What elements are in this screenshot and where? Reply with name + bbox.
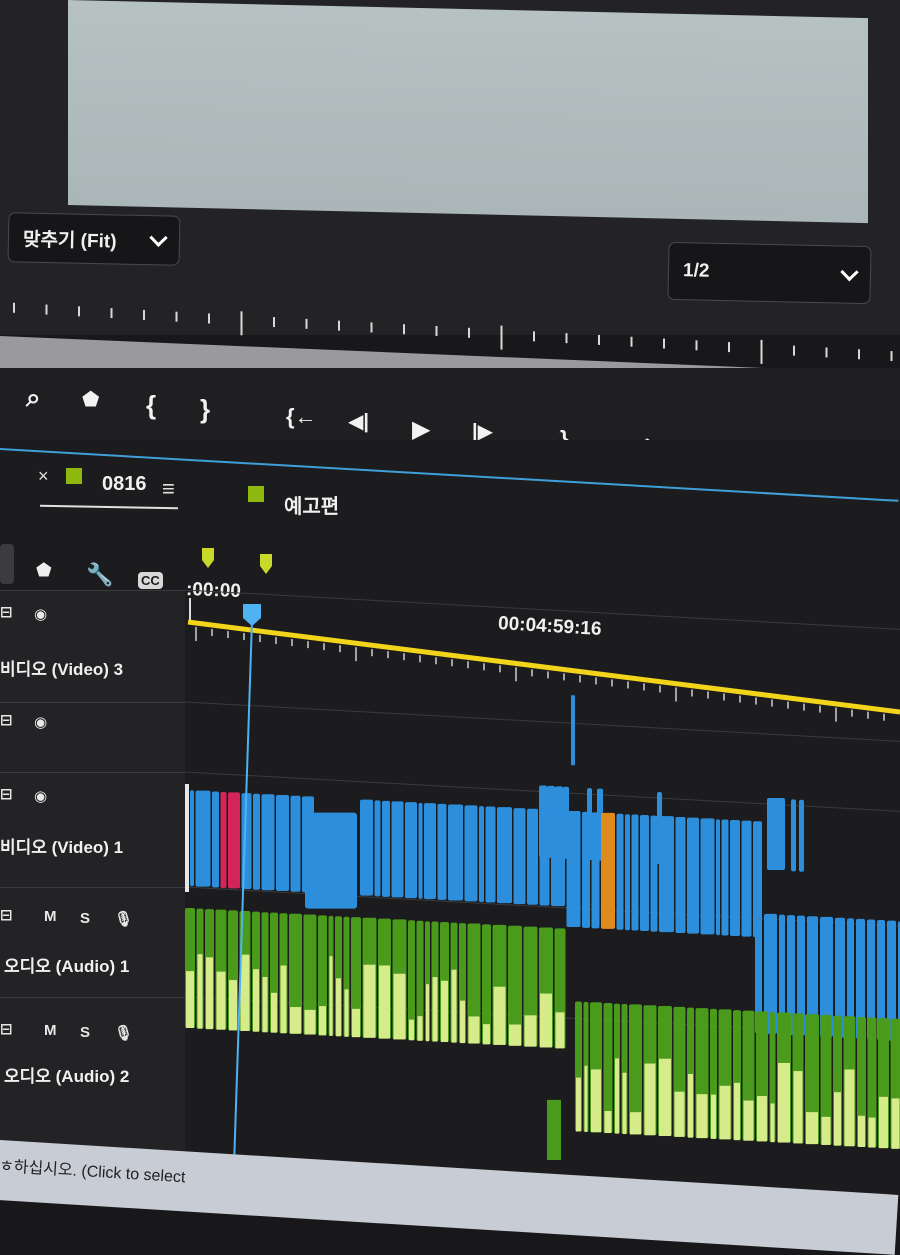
export-frame-zoom-icon[interactable]: ⌕ bbox=[26, 384, 41, 410]
video-preview bbox=[68, 0, 868, 223]
mark-in-icon[interactable]: { bbox=[146, 392, 156, 418]
play-icon[interactable]: ▶ bbox=[412, 418, 430, 442]
chevron-down-icon bbox=[840, 262, 858, 280]
sequence-marker-icon bbox=[202, 548, 214, 568]
close-tab-icon[interactable]: × bbox=[38, 466, 49, 487]
sequence-color-label bbox=[66, 468, 82, 484]
zoom-dropdown[interactable]: 맞추기 (Fit) bbox=[7, 212, 180, 266]
resolution-dropdown-label: 1/2 bbox=[683, 260, 710, 283]
tab-menu-icon[interactable]: ≡ bbox=[162, 476, 175, 502]
step-back-icon[interactable]: ◀| bbox=[348, 412, 369, 432]
tab-sequence-0816[interactable]: 0816 bbox=[102, 473, 147, 496]
chevron-down-icon bbox=[149, 228, 167, 246]
add-marker-icon[interactable]: ⬟ bbox=[82, 390, 99, 410]
sequence-marker-icon bbox=[260, 554, 272, 574]
tab-sequence-trailer[interactable]: 예고편 bbox=[284, 490, 339, 519]
step-forward-icon[interactable]: |▶ bbox=[472, 422, 493, 442]
go-to-in-icon[interactable]: {← bbox=[286, 406, 317, 428]
work-area-bar bbox=[188, 622, 900, 712]
zoom-dropdown-label: 맞추기 (Fit) bbox=[23, 224, 117, 253]
playhead-handle bbox=[243, 604, 261, 626]
timeline-overlay bbox=[0, 540, 900, 1180]
sequence-color-label bbox=[248, 486, 264, 502]
playhead-line bbox=[234, 620, 252, 1166]
resolution-dropdown[interactable]: 1/2 bbox=[667, 242, 871, 304]
mark-out-icon[interactable]: } bbox=[200, 396, 210, 422]
